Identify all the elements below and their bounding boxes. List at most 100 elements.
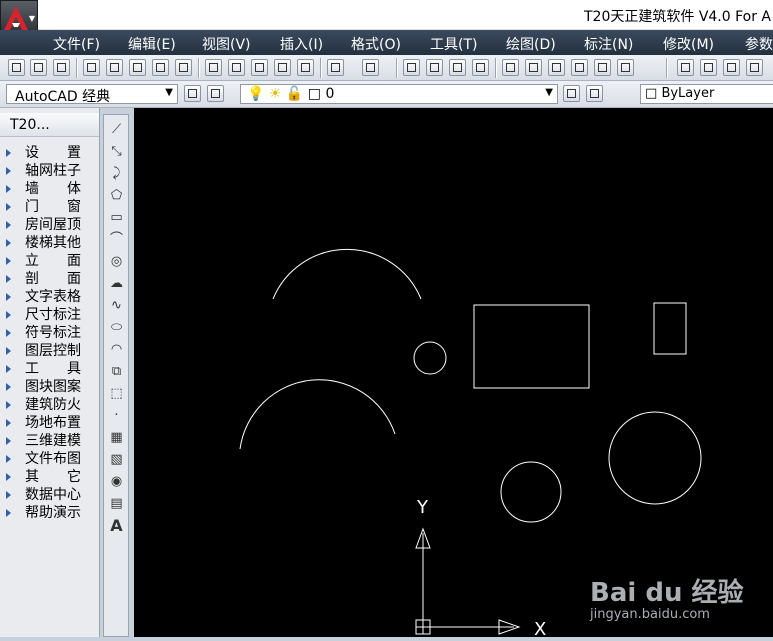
autocad-logo-icon: [4, 6, 28, 30]
hatch-icon[interactable]: ▦: [107, 428, 126, 447]
menu-view[interactable]: 视图(V): [202, 34, 251, 54]
sidebar-item-file-layout[interactable]: 文件布图: [0, 450, 100, 468]
drawing-canvas[interactable]: Y X: [134, 108, 773, 640]
arc-shape[interactable]: [239, 379, 396, 450]
cut-icon[interactable]: [175, 59, 192, 76]
properties-icon[interactable]: [502, 59, 519, 76]
publish-icon[interactable]: [129, 59, 146, 76]
menu-parameters[interactable]: 参数: [745, 34, 773, 54]
sidebar-item-label: 数据中心: [25, 487, 81, 503]
menu-dimension[interactable]: 标注(N): [584, 34, 633, 54]
lightbulb-icon: 💡: [247, 86, 265, 102]
triangle-right-icon: [6, 275, 11, 283]
sidebar-item-symbols[interactable]: 符号标注: [0, 324, 100, 342]
line-icon[interactable]: ⟋: [107, 120, 126, 139]
match-properties-icon[interactable]: [274, 59, 291, 76]
spline-icon[interactable]: ∿: [107, 296, 126, 315]
make-layer-current-icon[interactable]: [563, 85, 580, 102]
linear-dimension-icon[interactable]: [677, 59, 694, 76]
sidebar-item-label: 剖 面: [25, 271, 81, 287]
pan-icon[interactable]: [403, 59, 420, 76]
rectangle-icon[interactable]: ▭: [107, 208, 126, 227]
redo-icon[interactable]: [362, 59, 379, 76]
circle-icon[interactable]: ◎: [107, 252, 126, 271]
help-icon[interactable]: [617, 59, 634, 76]
print-preview-icon[interactable]: [106, 59, 123, 76]
ellipse-arc-icon[interactable]: ◠: [107, 340, 126, 359]
rectangle-shape[interactable]: [653, 302, 687, 355]
menu-modify[interactable]: 修改(M): [663, 34, 714, 54]
circle-shape[interactable]: [608, 411, 702, 505]
sheet-set-icon[interactable]: [571, 59, 588, 76]
menu-edit[interactable]: 编辑(E): [128, 34, 176, 54]
sidebar-item-axis-columns[interactable]: 轴网柱子: [0, 162, 100, 180]
paste-icon[interactable]: [228, 59, 245, 76]
sidebar-item-settings[interactable]: 设 置: [0, 144, 100, 162]
zoom-previous-icon[interactable]: [472, 59, 489, 76]
table-icon[interactable]: ▤: [107, 494, 126, 513]
layer-previous-icon[interactable]: [586, 85, 603, 102]
color-value: ByLayer: [661, 86, 715, 101]
ellipse-icon[interactable]: ⬭: [107, 318, 126, 337]
copy-icon[interactable]: [205, 59, 222, 76]
arc-length-icon[interactable]: [723, 59, 740, 76]
my-workspace-icon[interactable]: [207, 85, 224, 102]
sidebar-item-3d-modeling[interactable]: 三维建模: [0, 432, 100, 450]
polygon-icon[interactable]: ⬠: [107, 186, 126, 205]
zoom-window-icon[interactable]: [449, 59, 466, 76]
sidebar-item-fire-protection[interactable]: 建筑防火: [0, 396, 100, 414]
sidebar-item-walls[interactable]: 墙 体: [0, 180, 100, 198]
rectangle-shape[interactable]: [473, 304, 590, 389]
sidebar-item-text-tables[interactable]: 文字表格: [0, 288, 100, 306]
sidebar-item-site-layout[interactable]: 场地布置: [0, 414, 100, 432]
polyline-icon[interactable]: ⤸: [107, 164, 126, 183]
open-icon[interactable]: [30, 59, 47, 76]
block-editor-icon[interactable]: [297, 59, 314, 76]
construction-line-icon[interactable]: ⤡: [107, 142, 126, 161]
point-icon[interactable]: ·: [107, 406, 126, 425]
menu-format[interactable]: 格式(O): [351, 34, 401, 54]
aligned-dimension-icon[interactable]: [700, 59, 717, 76]
sidebar-item-rooms-roofs[interactable]: 房间屋顶: [0, 216, 100, 234]
sidebar-item-tools[interactable]: 工 具: [0, 360, 100, 378]
ordinate-dimension-icon[interactable]: [746, 59, 763, 76]
zoom-realtime-icon[interactable]: [426, 59, 443, 76]
undo-icon[interactable]: [327, 59, 344, 76]
sidebar-item-dimensions[interactable]: 尺寸标注: [0, 306, 100, 324]
sidebar-item-blocks-patterns[interactable]: 图块图案: [0, 378, 100, 396]
print-icon[interactable]: [83, 59, 100, 76]
menu-file[interactable]: 文件(F): [53, 34, 100, 54]
layer-dropdown[interactable]: 💡 ☀ 🔓 □ 0 ▼: [240, 84, 558, 104]
new-icon[interactable]: [8, 59, 25, 76]
revision-cloud-icon[interactable]: ☁: [107, 274, 126, 293]
multiline-text-icon[interactable]: A: [107, 516, 126, 535]
circle-shape[interactable]: [500, 461, 562, 523]
make-block-icon[interactable]: ⬚: [107, 384, 126, 403]
sidebar-item-stairs[interactable]: 楼梯其他: [0, 234, 100, 252]
sidebar-item-layer-control[interactable]: 图层控制: [0, 342, 100, 360]
circle-shape[interactable]: [413, 341, 447, 375]
sidebar-item-elevation[interactable]: 立 面: [0, 252, 100, 270]
tool-palettes-icon[interactable]: [548, 59, 565, 76]
save-icon[interactable]: [53, 59, 70, 76]
arc-shape[interactable]: [272, 248, 422, 300]
workspace-settings-icon[interactable]: [184, 85, 201, 102]
sidebar-item-others[interactable]: 其 它: [0, 468, 100, 486]
menu-insert[interactable]: 插入(I): [280, 34, 323, 54]
sidebar-item-section[interactable]: 剖 面: [0, 270, 100, 288]
gradient-icon[interactable]: ▧: [107, 450, 126, 469]
region-icon[interactable]: ◉: [107, 472, 126, 491]
menu-draw[interactable]: 绘图(D): [506, 34, 556, 54]
design-center-icon[interactable]: [525, 59, 542, 76]
sidebar-item-doors-windows[interactable]: 门 窗: [0, 198, 100, 216]
arc-icon[interactable]: ⌒: [107, 230, 126, 249]
color-control-dropdown[interactable]: □ ByLayer: [640, 84, 773, 104]
calculator-icon[interactable]: [594, 59, 611, 76]
paste-block-icon[interactable]: [251, 59, 268, 76]
sidebar-item-data-center[interactable]: 数据中心: [0, 486, 100, 504]
3d-dwf-icon[interactable]: [152, 59, 169, 76]
sidebar-item-help[interactable]: 帮助演示: [0, 504, 100, 522]
menu-tools[interactable]: 工具(T): [430, 34, 477, 54]
workspace-dropdown[interactable]: AutoCAD 经典 ▼: [6, 84, 178, 105]
insert-block-icon[interactable]: ⧉: [107, 362, 126, 381]
